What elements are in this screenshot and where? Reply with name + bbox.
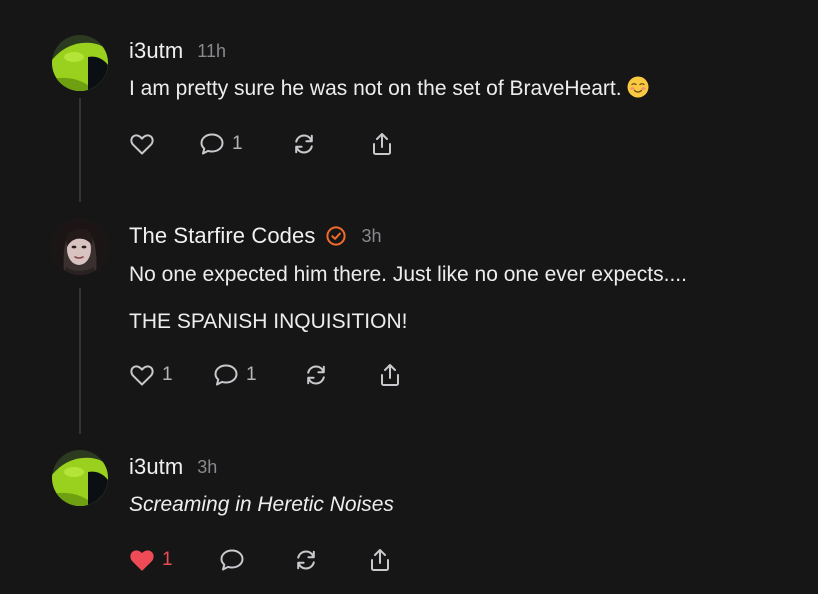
comment-icon <box>212 361 240 389</box>
verified-icon <box>325 225 347 247</box>
username[interactable]: The Starfire Codes <box>129 223 315 249</box>
like-button[interactable]: 1 <box>128 361 212 389</box>
post-text-line: THE SPANISH INQUISITION! <box>129 310 408 333</box>
avatar[interactable] <box>52 35 108 91</box>
share-icon <box>368 130 396 158</box>
reply-count: 1 <box>232 133 243 154</box>
share-icon <box>376 361 404 389</box>
heart-filled-icon <box>128 546 156 574</box>
reply-button[interactable]: 1 <box>198 130 290 158</box>
repost-icon <box>302 361 330 389</box>
timestamp[interactable]: 11h <box>197 41 226 62</box>
comment-icon <box>218 546 246 574</box>
repost-button[interactable] <box>302 361 376 389</box>
heart-icon <box>128 361 156 389</box>
reply-button[interactable]: 1 <box>212 361 302 389</box>
like-count: 1 <box>162 364 173 385</box>
like-count: 1 <box>162 549 173 570</box>
post-actions: 1 <box>128 130 396 158</box>
timestamp[interactable]: 3h <box>361 226 381 247</box>
post-actions: 1 1 <box>128 361 404 389</box>
post-header: i3utm 3h <box>129 453 798 481</box>
like-button[interactable] <box>128 130 198 158</box>
username[interactable]: i3utm <box>129 38 183 64</box>
repost-button[interactable] <box>290 130 368 158</box>
reply-button[interactable] <box>218 546 292 574</box>
share-button[interactable] <box>368 130 396 158</box>
post: i3utm 3h Screaming in Heretic Noises <box>129 453 798 519</box>
post-text-line: No one expected him there. Just like no … <box>129 263 687 286</box>
relieved-face-emoji-icon <box>627 76 649 106</box>
post-actions: 1 <box>128 546 394 574</box>
repost-icon <box>290 130 318 158</box>
post-header: The Starfire Codes 3h <box>129 222 798 250</box>
thread-line <box>79 288 81 434</box>
post-text: I am pretty sure he was not on the set o… <box>129 75 798 106</box>
share-icon <box>366 546 394 574</box>
reply-count: 1 <box>246 364 257 385</box>
share-button[interactable] <box>376 361 404 389</box>
thread-line <box>79 98 81 202</box>
post: The Starfire Codes 3h No one expected hi… <box>129 222 798 336</box>
avatar[interactable] <box>52 219 108 275</box>
username[interactable]: i3utm <box>129 454 183 480</box>
repost-icon <box>292 546 320 574</box>
comment-icon <box>198 130 226 158</box>
like-button[interactable]: 1 <box>128 546 218 574</box>
post-header: i3utm 11h <box>129 37 798 65</box>
avatar[interactable] <box>52 450 108 506</box>
timestamp[interactable]: 3h <box>197 457 217 478</box>
post-text-line: I am pretty sure he was not on the set o… <box>129 77 622 100</box>
post-text-line: Screaming in Heretic Noises <box>129 493 394 516</box>
share-button[interactable] <box>366 546 394 574</box>
post: i3utm 11h I am pretty sure he was not on… <box>129 37 798 106</box>
heart-icon <box>128 130 156 158</box>
repost-button[interactable] <box>292 546 366 574</box>
